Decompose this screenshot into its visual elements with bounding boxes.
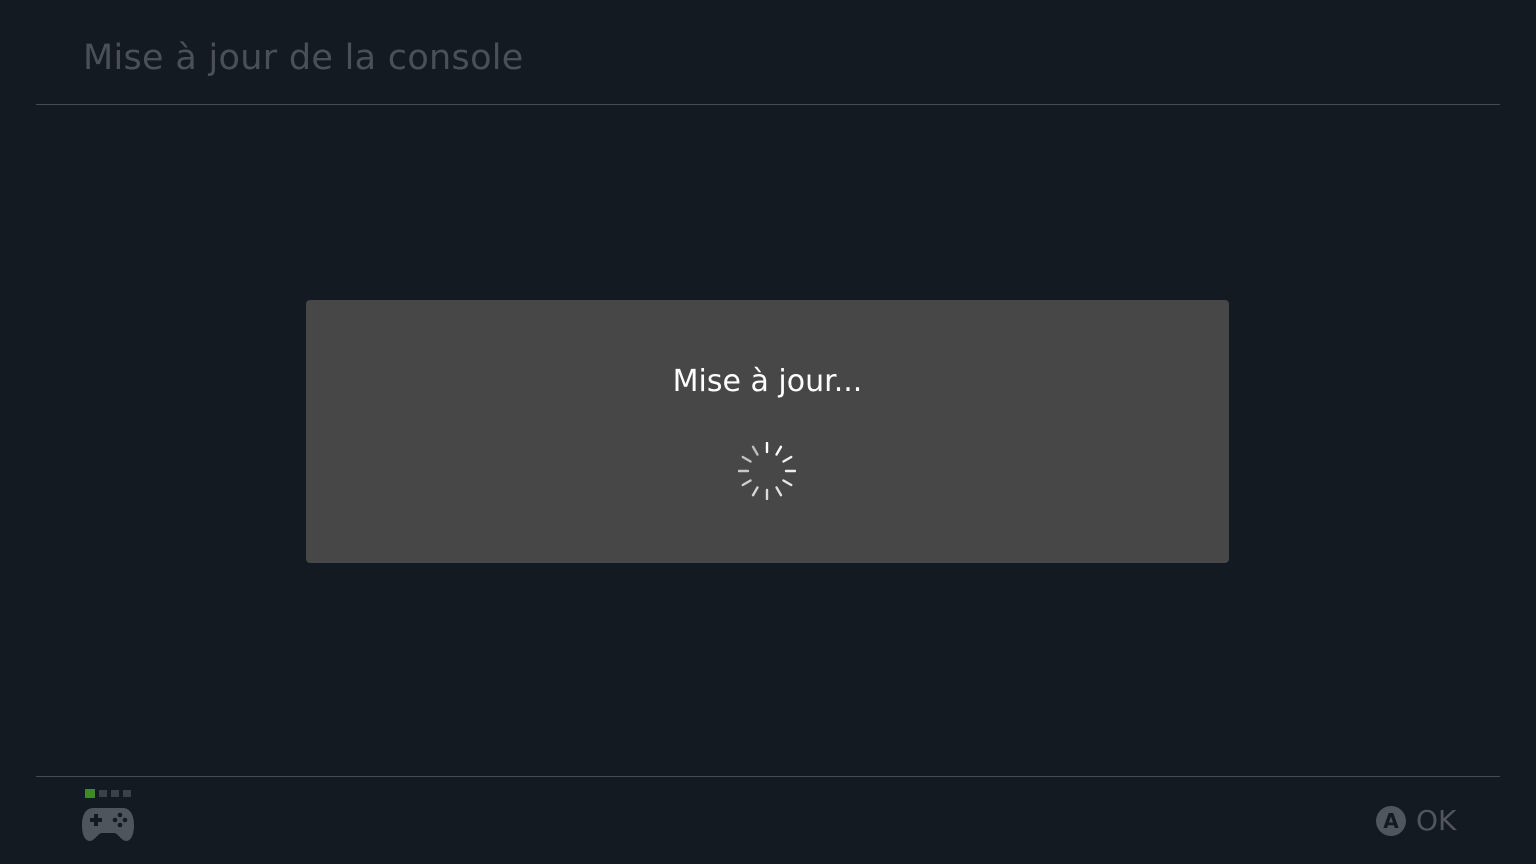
gamepad-icon: [82, 808, 134, 841]
ok-button[interactable]: A OK: [1376, 804, 1456, 837]
dialog-message: Mise à jour...: [672, 364, 863, 399]
ok-label: OK: [1416, 804, 1457, 837]
footer-divider: [36, 776, 1500, 777]
spinner-ray: [775, 486, 783, 497]
spinner-ray: [782, 479, 793, 487]
spinner-ray: [751, 486, 759, 497]
page-title: Mise à jour de la console: [83, 38, 524, 78]
player-2-dot: [99, 790, 107, 797]
player-indicator: [85, 789, 131, 798]
spinner-ray: [751, 445, 759, 456]
spinner-ray: [775, 445, 783, 456]
player-4-dot: [123, 790, 131, 797]
spinner-ray: [782, 455, 793, 463]
spinner-ray: [741, 455, 752, 463]
a-button-icon: A: [1376, 805, 1406, 836]
player-3-dot: [111, 790, 119, 797]
spinner-ray: [741, 479, 752, 487]
system-update-screen: Mise à jour de la console Mise à jour...…: [0, 0, 1536, 864]
player-1-dot: [85, 789, 95, 798]
loading-spinner-icon: [738, 442, 796, 500]
header-divider: [36, 104, 1500, 105]
controller-indicator: [81, 789, 137, 847]
update-dialog: Mise à jour...: [306, 300, 1229, 563]
